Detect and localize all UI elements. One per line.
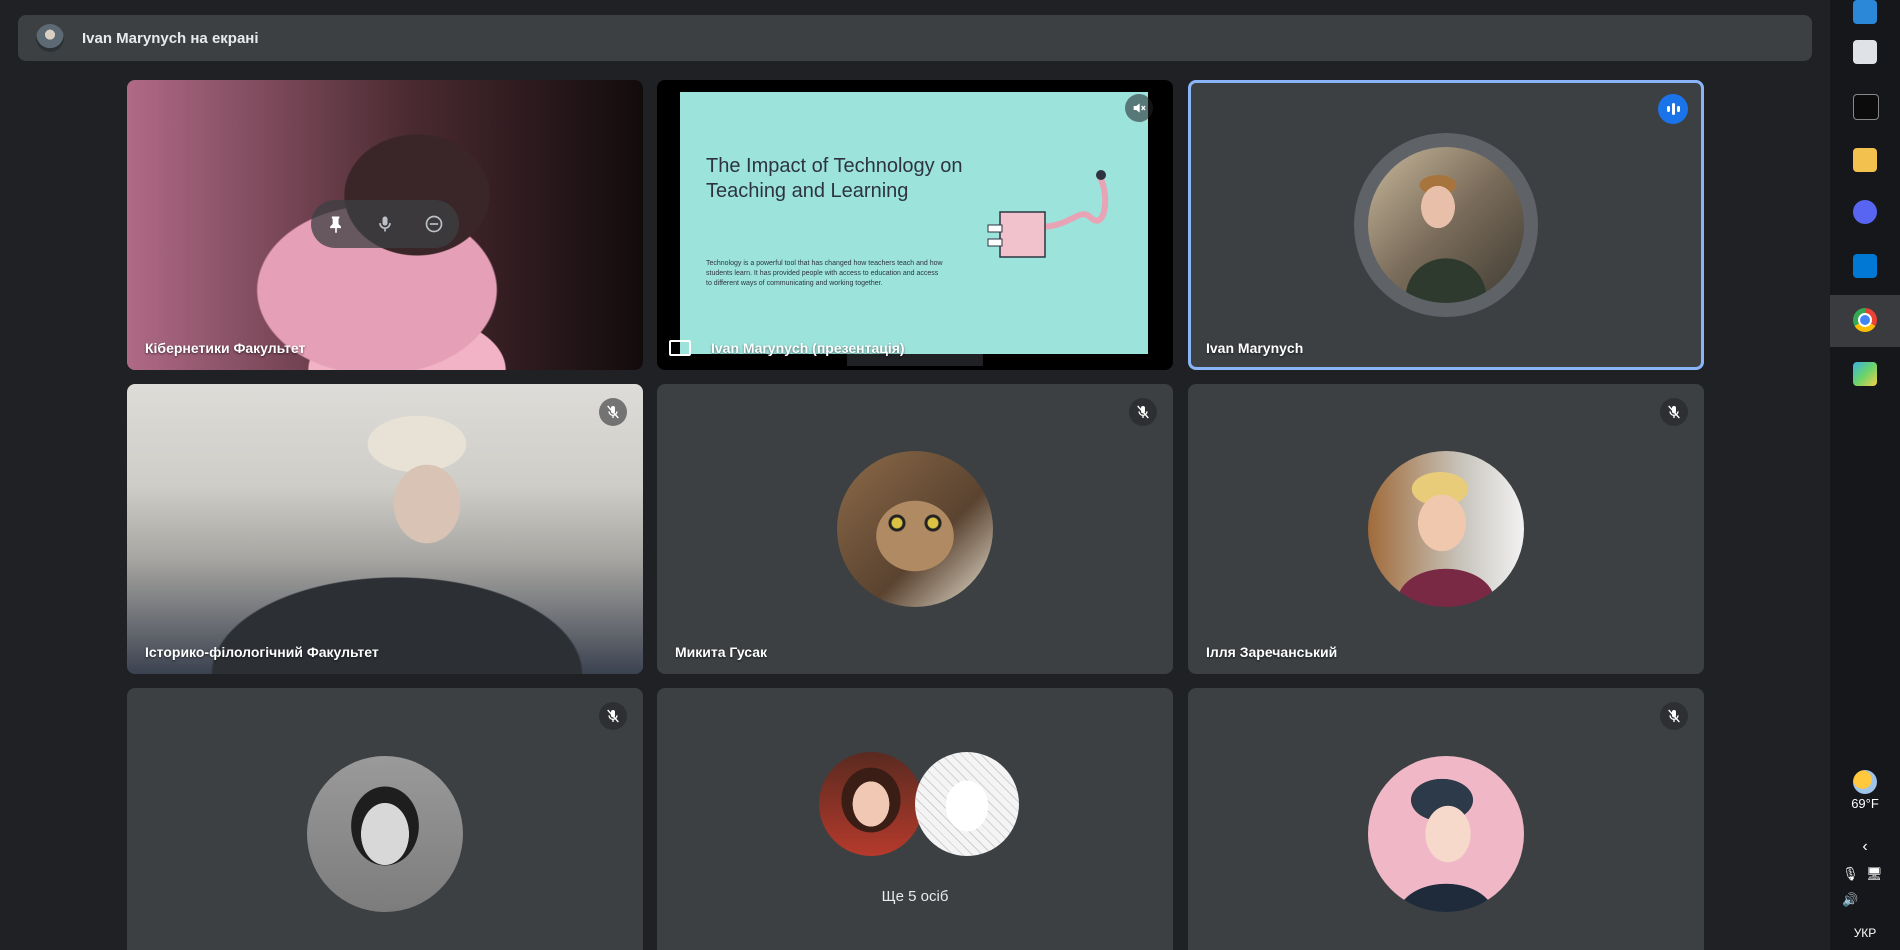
- participant-video: [127, 384, 643, 674]
- participant-grid: Кібернетики Факультет The Impact of Tech…: [0, 0, 1830, 950]
- microphone-icon[interactable]: [373, 212, 397, 236]
- participant-name: Ілля Заречанський: [1206, 644, 1338, 660]
- mute-indicator: [599, 702, 627, 730]
- participant-tile[interactable]: Історико-філологічний Факультет: [127, 384, 643, 674]
- file-explorer-icon[interactable]: [1853, 148, 1877, 172]
- weather-icon[interactable]: [1853, 770, 1877, 794]
- participant-name: Микита Гусак: [675, 644, 768, 660]
- participant-tile[interactable]: Микита Гусак: [657, 384, 1173, 674]
- tile-hover-controls: [311, 200, 459, 248]
- pin-icon[interactable]: [324, 212, 348, 236]
- participant-avatar: [819, 752, 923, 856]
- input-language[interactable]: УКР: [1830, 926, 1900, 940]
- remove-icon[interactable]: [422, 212, 446, 236]
- participant-tile[interactable]: [127, 688, 643, 950]
- mic-off-icon: [607, 709, 619, 723]
- weather-temperature: 69°F: [1851, 796, 1879, 811]
- taskbar: 69°F ‹ 🎙 🖥 🔊 УКР: [1830, 0, 1900, 950]
- mute-indicator: [1125, 94, 1153, 122]
- more-participants-label: Ще 5 осіб: [881, 888, 949, 905]
- mail-app-icon[interactable]: [1853, 0, 1877, 24]
- vscode-icon[interactable]: [1853, 254, 1877, 278]
- mic-off-icon: [1137, 405, 1149, 419]
- presentation-slide: The Impact of Technology on Teaching and…: [680, 92, 1148, 354]
- mic-off-icon: [607, 405, 619, 419]
- mute-indicator: [1129, 398, 1157, 426]
- slide-body: Technology is a powerful tool that has c…: [706, 260, 943, 287]
- avatar: [1368, 147, 1524, 303]
- more-participants-tile[interactable]: Ще 5 осіб: [657, 688, 1173, 950]
- chrome-icon[interactable]: [1853, 308, 1877, 332]
- participant-tile[interactable]: Ілля Заречанський: [1188, 384, 1704, 674]
- volume-icon[interactable]: 🔊: [1842, 892, 1858, 908]
- terminal-icon[interactable]: [1853, 94, 1879, 120]
- present-to-all-icon: [669, 340, 691, 356]
- participant-name: Ivan Marynych: [1206, 340, 1304, 356]
- notepad-icon[interactable]: [1853, 40, 1877, 64]
- participant-name: Історико-філологічний Факультет: [145, 644, 379, 660]
- mute-indicator: [1660, 398, 1688, 426]
- discord-icon[interactable]: [1853, 200, 1877, 224]
- group-avatars: [819, 752, 1029, 862]
- participant-tile[interactable]: Кібернетики Факультет: [127, 80, 643, 370]
- paint-icon[interactable]: [1853, 362, 1877, 386]
- presentation-tile[interactable]: The Impact of Technology on Teaching and…: [657, 80, 1173, 370]
- participant-tile[interactable]: [1188, 688, 1704, 950]
- presentation-name: Ivan Marynych (презентація): [711, 340, 905, 356]
- avatar: [837, 451, 993, 607]
- microphone-tray-icon[interactable]: 🎙: [1842, 866, 1859, 882]
- network-icon[interactable]: 🖥: [1866, 866, 1883, 882]
- speaking-indicator: [1658, 94, 1688, 124]
- slide-title: The Impact of Technology on Teaching and…: [706, 155, 963, 202]
- mic-off-icon: [1668, 709, 1680, 723]
- mic-off-icon: [1668, 405, 1680, 419]
- participant-name: Кібернетики Факультет: [145, 340, 306, 356]
- mute-indicator: [599, 398, 627, 426]
- volume-off-icon: [1133, 103, 1146, 113]
- chevron-left-icon[interactable]: ‹: [1830, 838, 1900, 856]
- participant-tile-active[interactable]: Ivan Marynych: [1188, 80, 1704, 370]
- avatar-photo: [307, 756, 463, 912]
- avatar: [1368, 451, 1524, 607]
- plug-illustration: [987, 170, 1109, 258]
- avatar: [1368, 756, 1524, 912]
- participant-avatar: [915, 752, 1019, 856]
- mute-indicator: [1660, 702, 1688, 730]
